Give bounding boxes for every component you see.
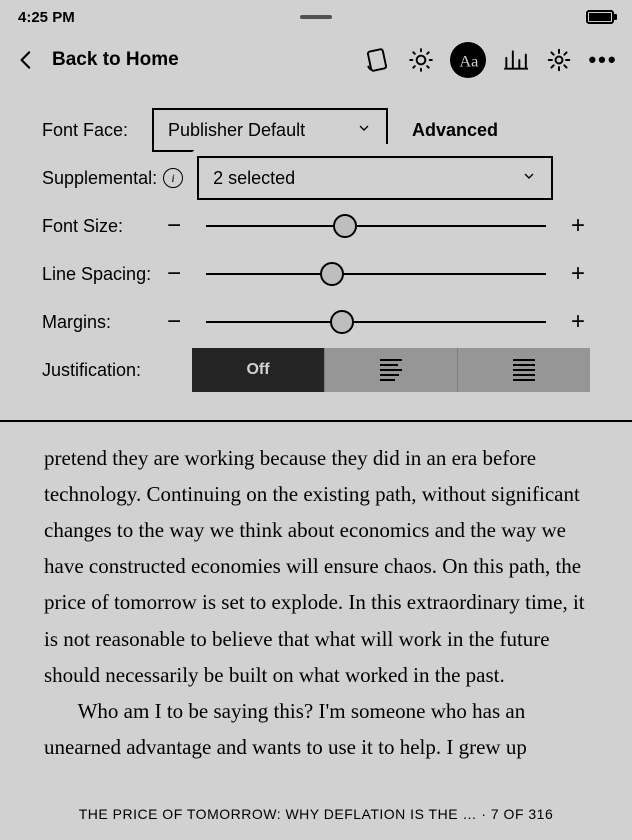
supplemental-label: Supplemental:	[42, 168, 157, 189]
supplemental-dropdown[interactable]: 2 selected	[197, 156, 553, 200]
justification-label: Justification:	[42, 360, 162, 381]
drag-handle[interactable]	[300, 15, 332, 19]
font-size-plus[interactable]: +	[566, 212, 590, 240]
line-spacing-label: Line Spacing:	[42, 264, 162, 285]
info-icon[interactable]: i	[163, 168, 183, 188]
line-spacing-plus[interactable]: +	[566, 260, 590, 288]
page-footer: THE PRICE OF TOMORROW: WHY DEFLATION IS …	[0, 806, 632, 822]
justification-left-button[interactable]	[324, 348, 458, 392]
supplemental-row: Supplemental: i 2 selected	[42, 154, 590, 202]
top-toolbar: Back to Home Aa •••	[0, 34, 632, 86]
font-size-minus[interactable]: −	[162, 212, 186, 240]
margins-row: Margins: − +	[42, 298, 590, 346]
font-settings-panel: Font Face: Publisher Default Advanced Su…	[0, 86, 632, 422]
advanced-link[interactable]: Advanced	[412, 120, 498, 141]
margins-plus[interactable]: +	[566, 308, 590, 336]
stats-icon[interactable]	[500, 45, 530, 75]
justification-segmented: Off	[192, 348, 590, 392]
paragraph: Who am I to be saying this? I'm someone …	[44, 693, 588, 765]
brightness-icon[interactable]	[406, 45, 436, 75]
reader-content[interactable]: pretend they are working because they di…	[0, 422, 632, 765]
back-to-home-label[interactable]: Back to Home	[52, 49, 350, 71]
paragraph: pretend they are working because they di…	[44, 440, 588, 693]
back-arrow-icon[interactable]	[14, 47, 40, 73]
more-icon[interactable]: •••	[588, 45, 618, 75]
font-face-label: Font Face:	[42, 120, 152, 141]
margins-slider[interactable]	[206, 310, 546, 334]
battery-icon	[586, 10, 614, 24]
margins-label: Margins:	[42, 312, 162, 333]
status-bar: 4:25 PM	[0, 0, 632, 34]
gear-icon[interactable]	[544, 45, 574, 75]
font-size-label: Font Size:	[42, 216, 162, 237]
supplemental-value: 2 selected	[213, 168, 295, 189]
justification-row: Justification: Off	[42, 346, 590, 394]
line-spacing-minus[interactable]: −	[162, 260, 186, 288]
chevron-down-icon	[356, 120, 372, 141]
font-settings-icon[interactable]: Aa	[450, 42, 486, 78]
chevron-down-icon	[521, 168, 537, 189]
justification-full-button[interactable]	[458, 348, 590, 392]
svg-text:Aa: Aa	[459, 53, 478, 71]
align-justify-icon	[513, 359, 535, 381]
margins-minus[interactable]: −	[162, 308, 186, 336]
line-spacing-row: Line Spacing: − +	[42, 250, 590, 298]
font-face-value: Publisher Default	[168, 120, 305, 141]
line-spacing-slider[interactable]	[206, 262, 546, 286]
font-size-slider[interactable]	[206, 214, 546, 238]
rotate-icon[interactable]	[362, 45, 392, 75]
align-left-icon	[380, 359, 402, 381]
justification-off-button[interactable]: Off	[192, 348, 324, 392]
clock: 4:25 PM	[18, 9, 75, 26]
